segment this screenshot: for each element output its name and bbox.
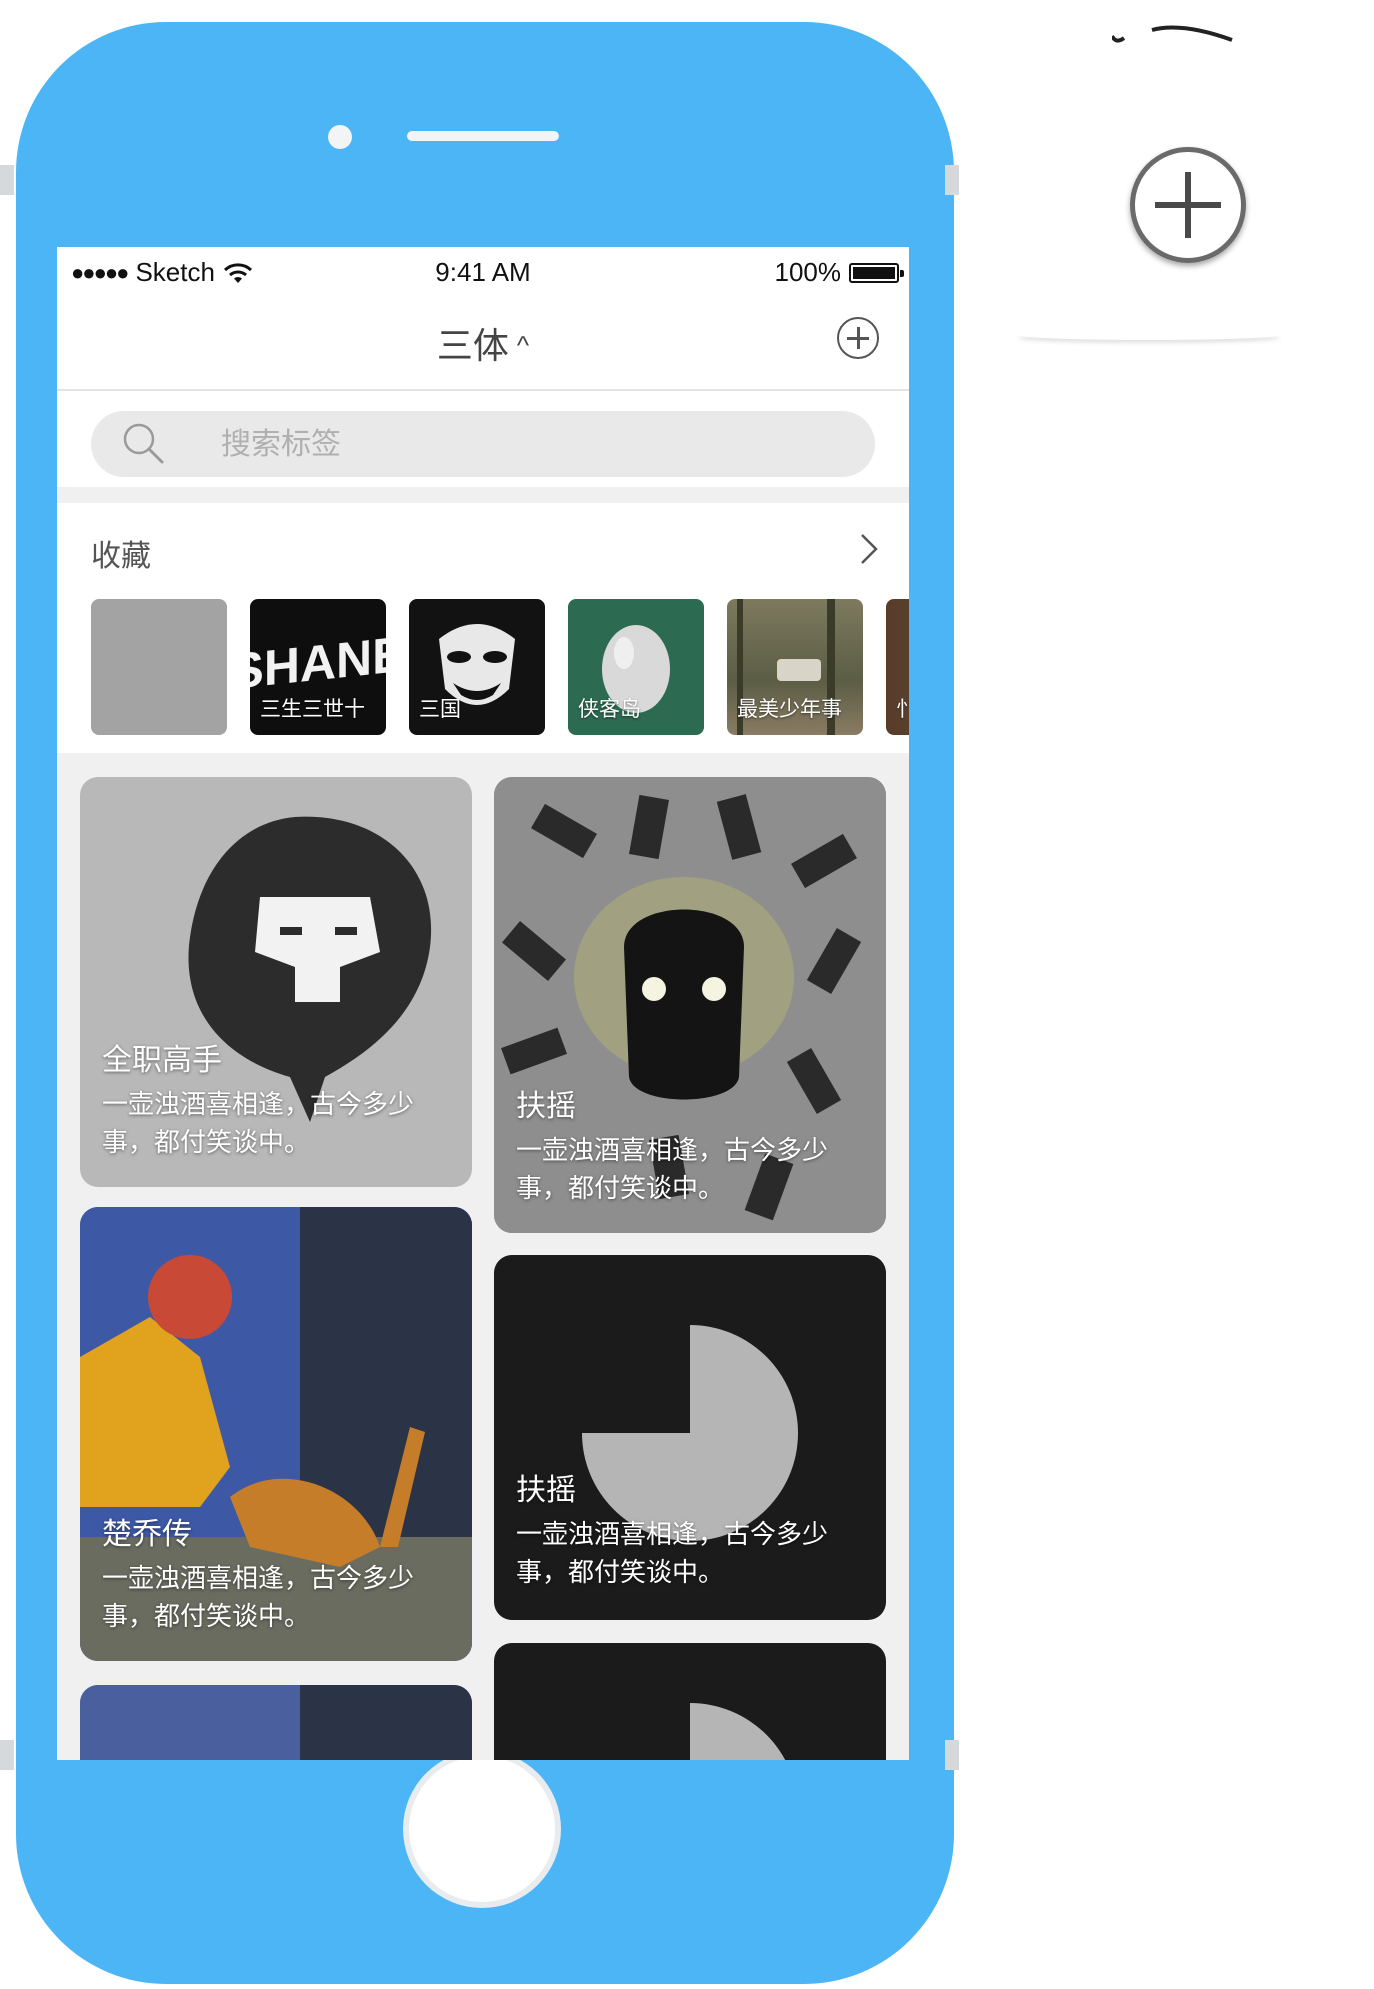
front-camera <box>328 125 352 149</box>
favorite-item[interactable]: 侠客岛 <box>568 599 704 735</box>
card-image <box>80 1685 472 1760</box>
favorite-label: 侠客岛 <box>578 698 641 721</box>
side-button <box>0 165 14 195</box>
search-area <box>57 391 909 487</box>
plus-circle-icon[interactable] <box>837 317 879 359</box>
search-input[interactable] <box>219 411 823 479</box>
status-bar: ●●●●● Sketch 9:41 AM 100% <box>57 247 909 297</box>
side-button <box>945 165 959 195</box>
card-title: 扶摇 <box>516 1474 576 1507</box>
tag-card[interactable]: 扶摇 一壶浊酒喜相逢，古今多少事，都付笑谈中。 <box>494 1255 886 1620</box>
tag-card[interactable]: 全职高手 一壶浊酒喜相逢，古今多少事，都付笑谈中。 <box>80 777 472 1187</box>
battery-level <box>853 266 895 279</box>
tag-card[interactable]: 楚乔传 一壶浊酒喜相逢，古今多少事，都付笑谈中。 <box>80 1207 472 1661</box>
card-description: 一壶浊酒喜相逢，古今多少事，都付笑谈中。 <box>516 1135 829 1203</box>
nav-title-dropdown[interactable]: 三体 ^ <box>57 317 909 369</box>
card-description: 一壶浊酒喜相逢，古今多少事，都付笑谈中。 <box>102 1563 415 1631</box>
favorite-item[interactable]: SHANE 三生三世十 <box>250 599 386 735</box>
tag-card[interactable] <box>80 1685 472 1760</box>
search-bar[interactable] <box>91 411 875 479</box>
favorite-label: 忄 <box>896 698 909 721</box>
chevron-up-icon: ^ <box>516 330 530 360</box>
panel-divider <box>1018 330 1280 340</box>
cropped-fragment <box>1112 25 1233 43</box>
nav-title-text: 三体 <box>436 325 509 366</box>
card-title: 楚乔传 <box>102 1518 192 1551</box>
card-description: 一壶浊酒喜相逢，古今多少事，都付笑谈中。 <box>516 1519 829 1587</box>
chevron-right-icon[interactable] <box>853 531 883 567</box>
tag-card[interactable]: 扶摇 一壶浊酒喜相逢，古今多少事，都付笑谈中。 <box>494 777 886 1233</box>
pie-shape-image <box>690 1703 786 1760</box>
app-screen: ●●●●● Sketch 9:41 AM 100% 三体 ^ 搜索标签 收藏 S… <box>57 247 909 1760</box>
home-button[interactable] <box>409 1756 555 1902</box>
card-title: 全职高手 <box>102 1044 222 1077</box>
favorite-item[interactable]: 最美少年事 <box>727 599 863 735</box>
svg-text:SHANE: SHANE <box>250 626 386 700</box>
card-title: 扶摇 <box>516 1090 576 1123</box>
favorite-label: 三国 <box>419 698 461 721</box>
favorite-item[interactable]: 忄 <box>886 599 909 735</box>
favorites-title: 收藏 <box>91 540 151 573</box>
earpiece-speaker <box>407 131 559 141</box>
plus-circle-icon[interactable] <box>1130 147 1246 263</box>
side-button <box>0 1740 14 1770</box>
favorites-list: SHANE 三生三世十 三国 侠客岛 最美少年事 忄 <box>91 599 909 735</box>
battery-percent: 100% <box>774 257 842 287</box>
side-button <box>945 1740 959 1770</box>
favorite-item[interactable]: 三国 <box>409 599 545 735</box>
search-icon <box>123 423 164 464</box>
favorite-item[interactable] <box>91 599 227 735</box>
favorites-section: 收藏 SHANE 三生三世十 三国 侠客岛 最美少年事 忄 <box>57 503 909 753</box>
tag-card[interactable] <box>494 1643 886 1760</box>
favorite-label: 最美少年事 <box>737 698 842 721</box>
card-description: 一壶浊酒喜相逢，古今多少事，都付笑谈中。 <box>102 1089 415 1157</box>
battery-icon <box>849 262 904 283</box>
favorite-label: 三生三世十 <box>260 698 365 721</box>
nav-bar: 三体 ^ <box>57 297 909 391</box>
